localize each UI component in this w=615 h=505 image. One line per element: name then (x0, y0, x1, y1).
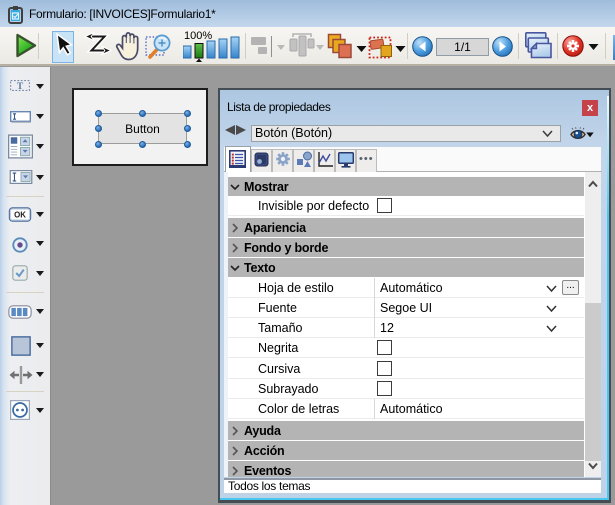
svg-text:T: T (17, 82, 24, 91)
svg-text:OK: OK (14, 211, 26, 220)
